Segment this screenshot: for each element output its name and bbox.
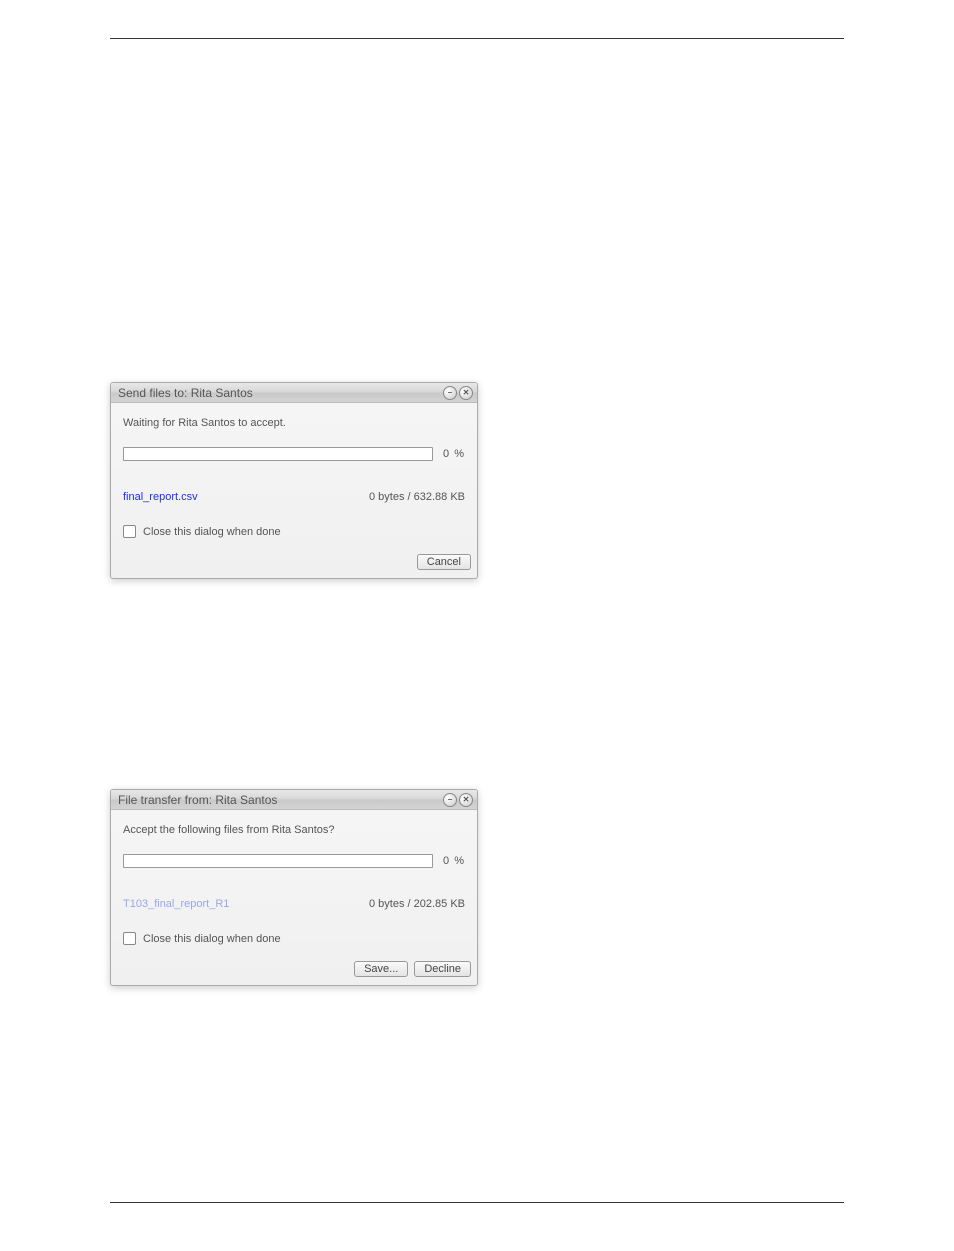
dialog-title: Send files to: Rita Santos xyxy=(118,386,253,400)
progress-bar xyxy=(123,854,433,868)
close-when-done-checkbox[interactable] xyxy=(123,932,136,945)
close-when-done-checkbox[interactable] xyxy=(123,525,136,538)
close-icon[interactable]: ✕ xyxy=(459,793,473,807)
file-size: 0 bytes / 632.88 KB xyxy=(369,491,465,503)
status-message: Waiting for Rita Santos to accept. xyxy=(123,417,465,429)
dialog-title: File transfer from: Rita Santos xyxy=(118,793,277,807)
footer-rule xyxy=(110,1202,844,1203)
file-link[interactable]: final_report.csv xyxy=(123,491,198,503)
status-message: Accept the following files from Rita San… xyxy=(123,824,465,836)
minimize-icon[interactable]: – xyxy=(443,793,457,807)
file-size: 0 bytes / 202.85 KB xyxy=(369,898,465,910)
close-icon[interactable]: ✕ xyxy=(459,386,473,400)
send-files-dialog: Send files to: Rita Santos – ✕ Waiting f… xyxy=(110,382,478,579)
header-rule xyxy=(110,38,844,39)
file-link[interactable]: T103_final_report_R1 xyxy=(123,898,229,910)
progress-percent: 0 % xyxy=(443,855,465,867)
progress-percent: 0 % xyxy=(443,448,465,460)
decline-button[interactable]: Decline xyxy=(414,961,471,977)
checkbox-label: Close this dialog when done xyxy=(143,526,281,538)
cancel-button[interactable]: Cancel xyxy=(417,554,471,570)
progress-bar xyxy=(123,447,433,461)
save-button[interactable]: Save... xyxy=(354,961,408,977)
minimize-icon[interactable]: – xyxy=(443,386,457,400)
dialog-titlebar[interactable]: File transfer from: Rita Santos – ✕ xyxy=(111,790,477,810)
receive-files-dialog: File transfer from: Rita Santos – ✕ Acce… xyxy=(110,789,478,986)
checkbox-label: Close this dialog when done xyxy=(143,933,281,945)
dialog-titlebar[interactable]: Send files to: Rita Santos – ✕ xyxy=(111,383,477,403)
